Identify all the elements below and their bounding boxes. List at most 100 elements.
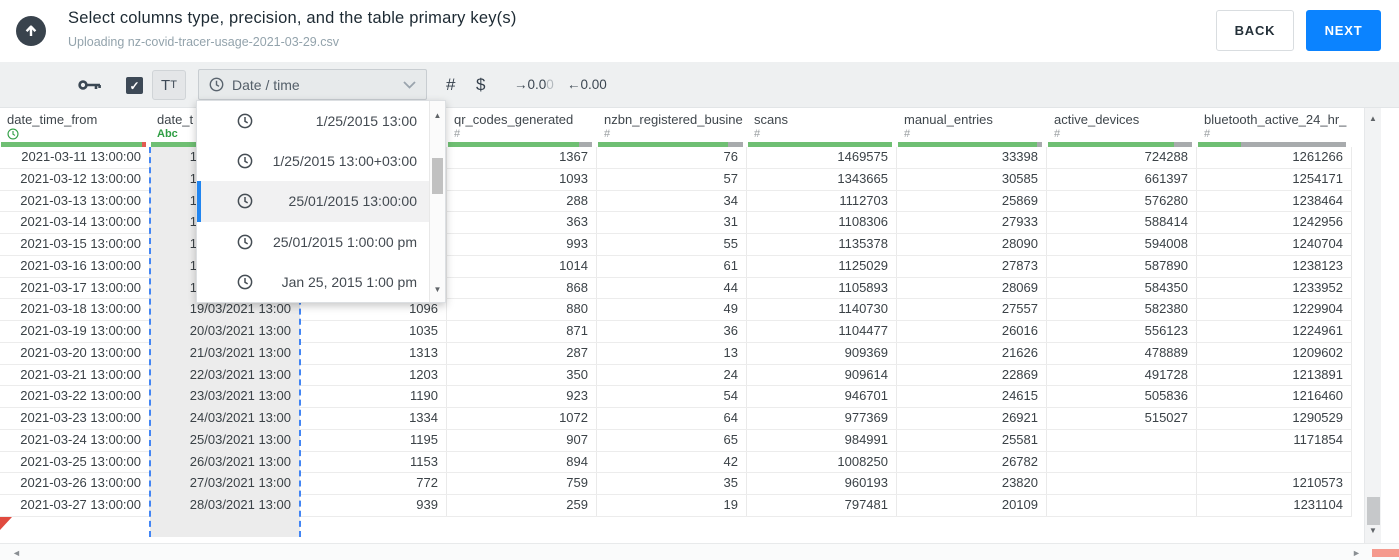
number-type-button[interactable]: #: [446, 75, 455, 95]
dropdown-option-label: 1/25/2015 13:00+03:00: [272, 153, 417, 170]
table-cell: 1290529: [1197, 408, 1352, 429]
table-row: 2021-03-24 13:00:00 25/03/2021 13:00 1195 9…: [0, 429, 1352, 452]
table-cell: 34: [597, 190, 747, 212]
table-cell: 20109: [897, 495, 1047, 516]
dropdown-scrollbar[interactable]: ▲ ▼: [429, 101, 445, 302]
table-cell: 993: [447, 234, 597, 255]
table-cell: 1171854: [1197, 429, 1352, 451]
scroll-left-icon[interactable]: ◄: [12, 548, 21, 558]
column-name: scans: [754, 112, 788, 127]
increase-decimal-button[interactable]: → 0.0 0: [514, 77, 554, 92]
date-format-options: 1/25/2015 13:00 1/25/2015 13:00+03:00 25…: [197, 101, 429, 302]
table-cell: 1242956: [1197, 212, 1352, 233]
table-cell: 2021-03-27 13:00:00: [0, 495, 150, 516]
table-cell: 1014: [447, 255, 597, 277]
table-cell: 49: [597, 299, 747, 320]
scroll-down-icon[interactable]: ▼: [1365, 526, 1381, 535]
table-cell: 33398: [897, 147, 1047, 168]
table-cell: 2021-03-16 13:00:00: [0, 255, 150, 277]
table-cell: 1233952: [1197, 277, 1352, 299]
dropdown-option[interactable]: Jan 25, 2015 1:00 pm: [197, 262, 429, 302]
dropdown-option[interactable]: 25/01/2015 1:00:00 pm: [197, 222, 429, 262]
vertical-scrollbar[interactable]: ▲ ▼: [1364, 108, 1381, 543]
table-cell: 2021-03-13 13:00:00: [0, 190, 150, 212]
dropdown-option[interactable]: 25/01/2015 13:00:00: [197, 181, 429, 222]
horizontal-scroll-thumb[interactable]: [1372, 549, 1399, 557]
column-header[interactable]: bluetooth_active_24_hr_ #: [1197, 108, 1352, 147]
table-cell: 797481: [747, 495, 897, 516]
nullable-checkbox[interactable]: ✓: [126, 77, 143, 94]
column-type-indicator: #: [604, 128, 611, 140]
scroll-down-icon[interactable]: ▼: [430, 285, 445, 294]
table-cell: 1261266: [1197, 147, 1352, 168]
table-cell: 923: [447, 386, 597, 407]
table-cell: 880: [447, 299, 597, 320]
column-type-select[interactable]: Date / time: [198, 69, 427, 100]
table-cell: 64: [597, 408, 747, 429]
table-cell: 21626: [897, 342, 1047, 364]
column-type-indicator: #: [454, 128, 461, 140]
table-cell: 1343665: [747, 168, 897, 190]
column-name: qr_codes_generated: [454, 112, 574, 127]
table-cell: 2021-03-14 13:00:00: [0, 212, 150, 233]
table-cell: 25/03/2021 13:00: [150, 429, 300, 451]
table-cell: 1238123: [1197, 255, 1352, 277]
column-type-indicator: #: [754, 128, 761, 140]
currency-type-button[interactable]: $: [476, 75, 485, 95]
clock-icon: [237, 153, 253, 169]
column-header[interactable]: manual_entries #: [897, 108, 1047, 147]
table-row: 2021-03-21 13:00:00 22/03/2021 13:00 1203 3…: [0, 364, 1352, 387]
table-cell: 26782: [897, 451, 1047, 473]
table-cell: [1047, 429, 1197, 451]
table-cell: 31: [597, 212, 747, 233]
table-cell: 1229904: [1197, 299, 1352, 320]
table-cell: 909614: [747, 364, 897, 386]
column-header[interactable]: scans #: [747, 108, 897, 147]
table-cell: 907: [447, 429, 597, 451]
selected-column-left-border: [149, 147, 151, 537]
column-header[interactable]: qr_codes_generated #: [447, 108, 597, 147]
table-cell: 556123: [1047, 321, 1197, 342]
page-title: Select columns type, precision, and the …: [68, 9, 517, 27]
text-type-button[interactable]: TT: [152, 70, 186, 100]
column-header[interactable]: date_time_from: [0, 108, 150, 147]
dropdown-option[interactable]: 1/25/2015 13:00: [197, 101, 429, 141]
dropdown-scroll-thumb[interactable]: [432, 158, 443, 194]
table-cell: 1209602: [1197, 342, 1352, 364]
selected-column-extension: [150, 516, 300, 537]
table-cell: 984991: [747, 429, 897, 451]
primary-key-icon[interactable]: [78, 78, 102, 92]
column-header[interactable]: nzbn_registered_busine #: [597, 108, 747, 147]
back-button[interactable]: BACK: [1216, 10, 1294, 51]
scroll-up-icon[interactable]: ▲: [430, 111, 445, 120]
table-cell: 76: [597, 147, 747, 168]
table-cell: 1108306: [747, 212, 897, 233]
table-cell: 2021-03-26 13:00:00: [0, 473, 150, 494]
table-cell: 871: [447, 321, 597, 342]
table-cell: 28069: [897, 277, 1047, 299]
vertical-scroll-thumb[interactable]: [1367, 497, 1380, 525]
table-cell: 584350: [1047, 277, 1197, 299]
table-cell: 1203: [300, 364, 447, 386]
next-button[interactable]: NEXT: [1306, 10, 1381, 51]
table-cell: 2021-03-18 13:00:00: [0, 299, 150, 320]
horizontal-scrollbar[interactable]: ◄ ►: [0, 543, 1399, 560]
scroll-up-icon[interactable]: ▲: [1365, 114, 1381, 123]
column-header[interactable]: active_devices #: [1047, 108, 1197, 147]
table-row: 2021-03-26 13:00:00 27/03/2021 13:00 772 75…: [0, 473, 1352, 495]
column-type-indicator: #: [1054, 128, 1061, 140]
table-cell: 20/03/2021 13:00: [150, 321, 300, 342]
table-cell: 42: [597, 451, 747, 473]
table-cell: 2021-03-12 13:00:00: [0, 168, 150, 190]
table-row: 2021-03-19 13:00:00 20/03/2021 13:00 1035 8…: [0, 321, 1352, 343]
table-cell: 2021-03-24 13:00:00: [0, 429, 150, 451]
table-cell: 1224961: [1197, 321, 1352, 342]
decrease-decimal-button[interactable]: ←0.00: [567, 77, 607, 92]
table-cell: 1367: [447, 147, 597, 168]
scroll-right-icon[interactable]: ►: [1352, 548, 1361, 558]
table-cell: 1231104: [1197, 495, 1352, 516]
table-cell: 28090: [897, 234, 1047, 255]
table-cell: 363: [447, 212, 597, 233]
dropdown-option[interactable]: 1/25/2015 13:00+03:00: [197, 141, 429, 181]
clock-icon: [7, 128, 19, 140]
